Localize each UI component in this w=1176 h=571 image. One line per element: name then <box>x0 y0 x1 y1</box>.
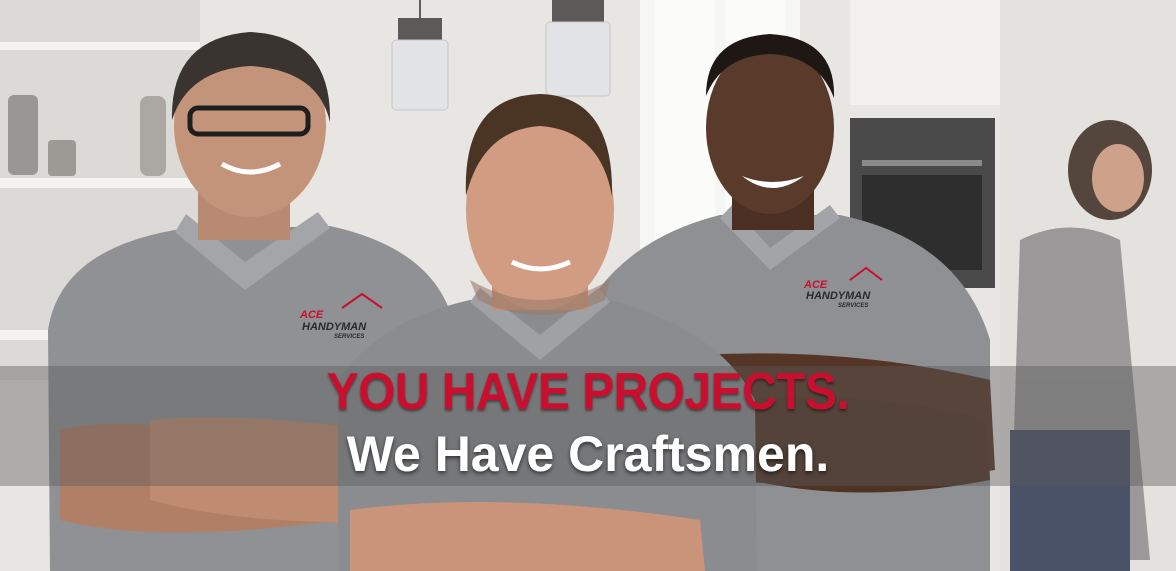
hero-banner: ACE HANDYMAN SERVICES ACE HANDYMAN SERVI… <box>0 0 1176 571</box>
pendant-light <box>545 0 611 97</box>
svg-text:HANDYMAN: HANDYMAN <box>806 290 871 302</box>
svg-text:HANDYMAN: HANDYMAN <box>302 321 367 333</box>
headline-primary: YOU HAVE PROJECTS. <box>326 363 850 421</box>
upper-cabinet <box>850 0 1000 105</box>
window-pane <box>655 0 715 240</box>
svg-text:SERVICES: SERVICES <box>838 303 868 309</box>
shelf-jar <box>8 95 38 175</box>
svg-text:ACE: ACE <box>299 309 324 321</box>
svg-text:SERVICES: SERVICES <box>334 334 364 340</box>
shelf-vase <box>140 96 166 176</box>
shelf <box>0 178 200 188</box>
oven-handle <box>862 160 982 166</box>
hero-headline: YOU HAVE PROJECTS. We Have Craftsmen. <box>0 360 1176 484</box>
shelf-jar <box>48 140 76 176</box>
shelf <box>0 42 200 50</box>
headline-secondary: We Have Craftsmen. <box>346 426 830 482</box>
